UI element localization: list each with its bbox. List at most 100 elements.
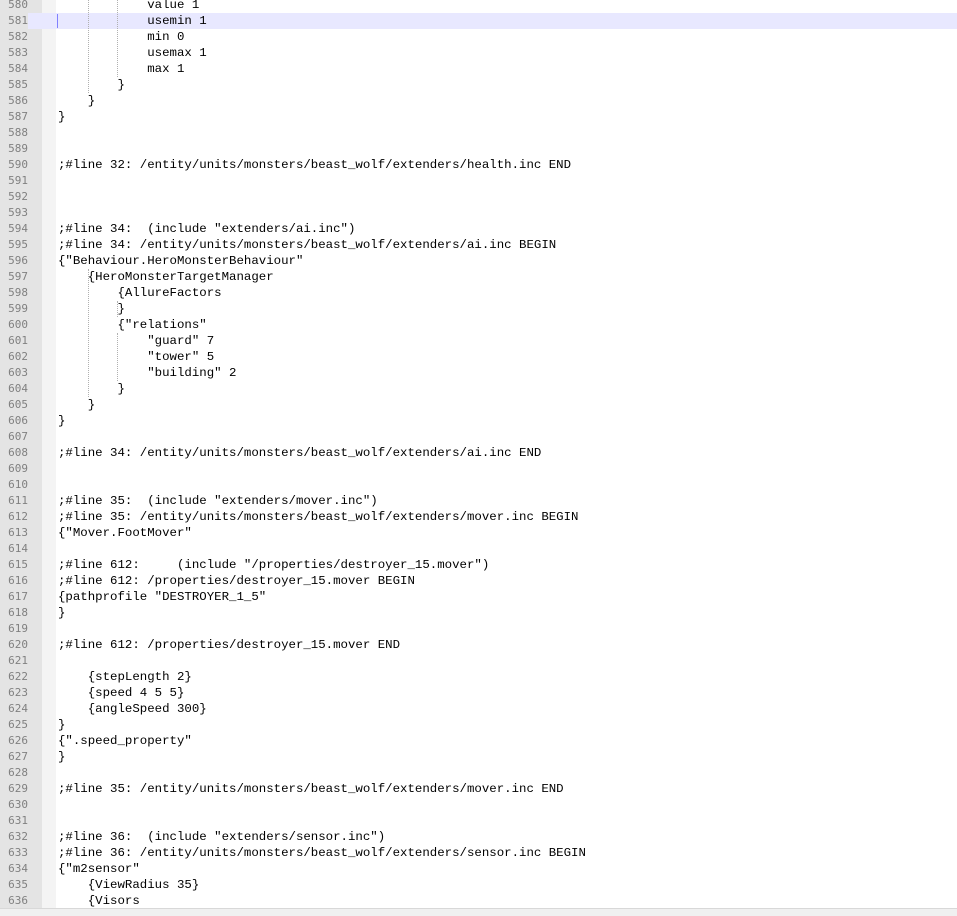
code-text[interactable]: ;#line 36: (include "extenders/sensor.in… [58,829,385,845]
code-text[interactable]: {AllureFactors [58,285,221,301]
code-text[interactable]: {angleSpeed 300} [58,701,207,717]
code-text[interactable]: ;#line 34: (include "extenders/ai.inc") [58,221,355,237]
code-line[interactable]: 600 {"relations" [0,317,957,333]
code-editor[interactable]: 580 value 1 581 usemin 1 582 min 0 583 usem… [0,0,957,908]
code-line[interactable]: 601 "guard" 7 [0,333,957,349]
code-line[interactable]: 580 value 1 [0,0,957,13]
code-text[interactable]: } [58,77,124,93]
code-line[interactable]: 604 } [0,381,957,397]
code-line[interactable]: 636 {Visors [0,893,957,908]
code-line[interactable]: 603 "building" 2 [0,365,957,381]
code-line[interactable]: 590 ;#line 32: /entity/units/monsters/bea… [0,157,957,173]
code-line[interactable]: 632 ;#line 36: (include "extenders/sensor… [0,829,957,845]
code-line[interactable]: 620 ;#line 612: /properties/destroyer_15.… [0,637,957,653]
code-text[interactable]: ;#line 34: /entity/units/monsters/beast_… [58,445,541,461]
code-text[interactable]: ;#line 36: /entity/units/monsters/beast_… [58,845,586,861]
code-text[interactable]: "guard" 7 [58,333,214,349]
code-line[interactable]: 598 {AllureFactors [0,285,957,301]
code-line[interactable]: 584 max 1 [0,61,957,77]
code-text[interactable]: usemin 1 [58,13,207,29]
code-text[interactable]: {"relations" [58,317,206,333]
code-text[interactable]: {"Mover.FootMover" [58,525,192,541]
code-text[interactable]: } [58,109,65,125]
code-text[interactable]: } [58,749,65,765]
code-lines[interactable]: 580 value 1 581 usemin 1 582 min 0 583 usem… [0,0,957,908]
code-text[interactable]: ;#line 35: /entity/units/monsters/beast_… [58,509,579,525]
code-text[interactable]: ;#line 32: /entity/units/monsters/beast_… [58,157,571,173]
code-text[interactable]: {HeroMonsterTargetManager [58,269,274,285]
code-text[interactable]: ;#line 612: /properties/destroyer_15.mov… [58,573,415,589]
code-line[interactable]: 594 ;#line 34: (include "extenders/ai.inc… [0,221,957,237]
code-line[interactable]: 586 } [0,93,957,109]
code-line[interactable]: 608 ;#line 34: /entity/units/monsters/bea… [0,445,957,461]
code-line[interactable]: 605 } [0,397,957,413]
code-line[interactable]: 593 [0,205,957,221]
code-text[interactable]: {Visors [58,893,140,908]
code-line[interactable]: 623 {speed 4 5 5} [0,685,957,701]
code-line[interactable]: 633 ;#line 36: /entity/units/monsters/bea… [0,845,957,861]
code-text[interactable]: } [58,413,65,429]
code-line[interactable]: 619 [0,621,957,637]
code-text[interactable]: {speed 4 5 5} [58,685,185,701]
code-line[interactable]: 628 [0,765,957,781]
code-line[interactable]: 588 [0,125,957,141]
code-line[interactable]: 616 ;#line 612: /properties/destroyer_15.… [0,573,957,589]
code-line[interactable]: 591 [0,173,957,189]
code-text[interactable]: {pathprofile "DESTROYER_1_5" [58,589,266,605]
code-line[interactable]: 612 ;#line 35: /entity/units/monsters/bea… [0,509,957,525]
code-line[interactable]: 607 [0,429,957,445]
code-line[interactable]: 599 } [0,301,957,317]
code-text[interactable]: } [58,605,65,621]
code-text[interactable]: usemax 1 [58,45,207,61]
code-line[interactable]: 613 {"Mover.FootMover" [0,525,957,541]
code-line[interactable]: 626 {".speed_property" [0,733,957,749]
code-text[interactable]: "building" 2 [58,365,236,381]
code-text[interactable]: "tower" 5 [58,349,214,365]
code-line[interactable]: 582 min 0 [0,29,957,45]
code-text[interactable]: } [58,397,95,413]
code-text[interactable]: ;#line 35: (include "extenders/mover.inc… [58,493,378,509]
code-text[interactable]: {"m2sensor" [58,861,140,877]
code-text[interactable]: {ViewRadius 35} [58,877,200,893]
code-line[interactable]: 611 ;#line 35: (include "extenders/mover.… [0,493,957,509]
code-text[interactable]: max 1 [58,61,184,77]
code-line[interactable]: 585 } [0,77,957,93]
code-line[interactable]: 583 usemax 1 [0,45,957,61]
code-line[interactable]: 634 {"m2sensor" [0,861,957,877]
code-line[interactable]: 614 [0,541,957,557]
code-line[interactable]: 625} [0,717,957,733]
code-line[interactable]: 629 ;#line 35: /entity/units/monsters/bea… [0,781,957,797]
code-line[interactable]: 581 usemin 1 [0,13,957,29]
code-text[interactable]: min 0 [58,29,184,45]
code-text[interactable]: {"Behaviour.HeroMonsterBehaviour" [58,253,303,269]
horizontal-scrollbar[interactable] [0,908,957,916]
code-line[interactable]: 606} [0,413,957,429]
code-text[interactable]: {stepLength 2} [58,669,192,685]
code-line[interactable]: 615 ;#line 612: (include "/properties/des… [0,557,957,573]
code-line[interactable]: 610 [0,477,957,493]
code-line[interactable]: 618} [0,605,957,621]
code-line[interactable]: 635 {ViewRadius 35} [0,877,957,893]
code-line[interactable]: 617 {pathprofile "DESTROYER_1_5" [0,589,957,605]
code-text[interactable]: } [58,717,65,733]
code-line[interactable]: 589 [0,141,957,157]
code-text[interactable]: } [58,93,95,109]
code-line[interactable]: 609 [0,461,957,477]
code-text[interactable]: } [58,301,124,317]
code-text[interactable]: ;#line 35: /entity/units/monsters/beast_… [58,781,564,797]
code-text[interactable]: ;#line 34: /entity/units/monsters/beast_… [58,237,556,253]
code-line[interactable]: 595 ;#line 34: /entity/units/monsters/bea… [0,237,957,253]
code-line[interactable]: 627} [0,749,957,765]
code-text[interactable]: value 1 [58,0,199,13]
code-line[interactable]: 592 [0,189,957,205]
code-text[interactable]: {".speed_property" [58,733,192,749]
code-text[interactable]: ;#line 612: (include "/properties/destro… [58,557,489,573]
code-line[interactable]: 621 [0,653,957,669]
code-text[interactable]: ;#line 612: /properties/destroyer_15.mov… [58,637,400,653]
code-line[interactable]: 602 "tower" 5 [0,349,957,365]
code-line[interactable]: 631 [0,813,957,829]
code-line[interactable]: 597 {HeroMonsterTargetManager [0,269,957,285]
code-line[interactable]: 630 [0,797,957,813]
code-text[interactable]: } [58,381,124,397]
code-line[interactable]: 596 {"Behaviour.HeroMonsterBehaviour" [0,253,957,269]
